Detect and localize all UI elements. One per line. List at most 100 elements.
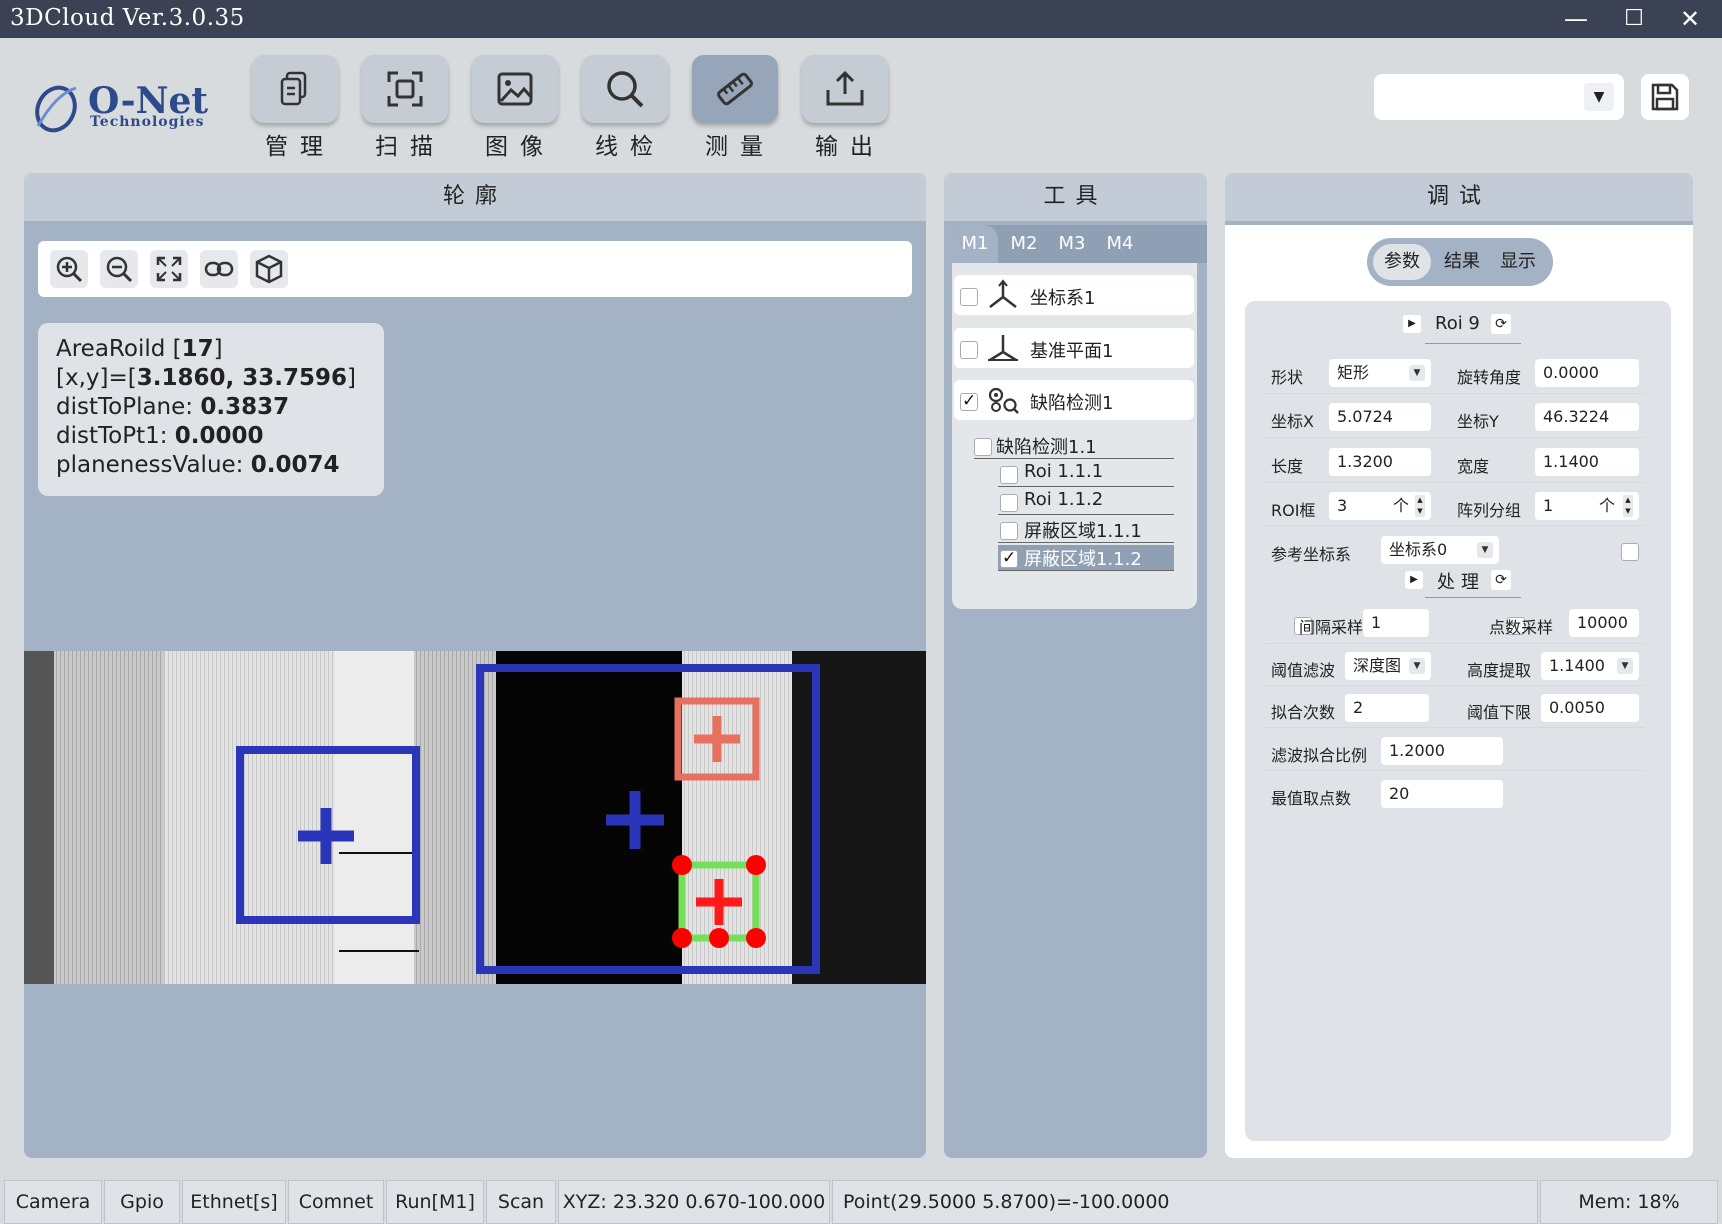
threshold-filter-select[interactable]: 深度图 ▼ bbox=[1345, 652, 1431, 680]
tree-node-mask-1-1-1[interactable]: 屏蔽区域1.1.1 bbox=[998, 517, 1174, 543]
width-input[interactable]: 1.1400 bbox=[1535, 448, 1639, 476]
max-points-input[interactable]: 20 bbox=[1381, 780, 1503, 808]
toolbar-export-button[interactable]: 输出 bbox=[802, 55, 888, 161]
chevron-down-icon: ▼ bbox=[1409, 365, 1425, 381]
tab-params[interactable]: 参数 bbox=[1373, 244, 1431, 280]
debug-panel: 调试 参数 结果 显示 ▶ Roi 9 ⟳ 形状 矩形 ▼ 旋转角度 0.0000… bbox=[1225, 173, 1693, 1158]
coord-y-input[interactable]: 46.3224 bbox=[1535, 403, 1639, 431]
tree-checkbox[interactable] bbox=[1000, 521, 1018, 540]
filter-ratio-label: 滤波拟合比例 bbox=[1271, 746, 1368, 765]
status-scan[interactable]: Scan bbox=[486, 1180, 556, 1224]
tab-m3[interactable]: M3 bbox=[1050, 225, 1094, 263]
refresh-icon[interactable]: ⟳ bbox=[1491, 570, 1511, 590]
refresh-icon[interactable]: ⟳ bbox=[1491, 314, 1511, 334]
link-icon[interactable] bbox=[200, 250, 238, 288]
debug-tabs: 参数 结果 显示 bbox=[1367, 238, 1553, 286]
close-button[interactable]: ✕ bbox=[1662, 0, 1718, 38]
minimize-button[interactable]: — bbox=[1548, 0, 1604, 38]
status-camera[interactable]: Camera bbox=[4, 1180, 102, 1224]
save-icon bbox=[1651, 83, 1679, 111]
interval-sampling-input[interactable]: 1 bbox=[1363, 609, 1429, 637]
status-comnet[interactable]: Comnet bbox=[288, 1180, 384, 1224]
fit-view-icon[interactable] bbox=[150, 250, 188, 288]
length-input[interactable]: 1.3200 bbox=[1329, 448, 1431, 476]
tool-item-checkbox[interactable] bbox=[960, 391, 978, 411]
toolbar-manage-button[interactable]: 管理 bbox=[252, 55, 338, 161]
tab-m4[interactable]: M4 bbox=[1098, 225, 1142, 263]
profile-select[interactable]: ▼ bbox=[1374, 74, 1624, 120]
tree-checkbox[interactable] bbox=[1000, 465, 1018, 484]
tools-list: 坐标系1 基准平面1 缺陷检测1 缺陷检测1.1 Roi 1.1.1 Roi 1… bbox=[952, 263, 1197, 609]
expand-icon[interactable]: ▶ bbox=[1403, 315, 1421, 333]
tool-item-checkbox[interactable] bbox=[960, 340, 978, 359]
tree-label: 缺陷检测1.1 bbox=[996, 437, 1097, 458]
ref-coord-select[interactable]: 坐标系0 ▼ bbox=[1381, 536, 1499, 564]
save-button[interactable] bbox=[1641, 74, 1689, 120]
ref-coord-label: 参考坐标系 bbox=[1271, 545, 1352, 564]
fit-count-input[interactable]: 2 bbox=[1345, 694, 1429, 722]
tools-panel-title: 工具 bbox=[944, 173, 1207, 221]
spin-arrows-icon: ▲ ▼ bbox=[1415, 495, 1425, 517]
shape-select[interactable]: 矩形 ▼ bbox=[1329, 359, 1431, 387]
tree-node-defect-1-1[interactable]: 缺陷检测1.1 bbox=[974, 433, 1174, 459]
status-xyz: XYZ: 23.320 0.670-100.000 bbox=[558, 1180, 830, 1224]
tool-item-coordinate[interactable]: 坐标系1 bbox=[954, 275, 1194, 315]
ref-coord-checkbox[interactable] bbox=[1621, 542, 1639, 561]
title-bar: 3DCloud Ver.3.0.35 — ☐ ✕ bbox=[0, 0, 1722, 38]
tab-display[interactable]: 显示 bbox=[1491, 244, 1545, 280]
measurement-info-box: AreaRoild [17] [x,y]=[3.1860, 33.7596] d… bbox=[38, 323, 384, 496]
zoom-in-icon[interactable] bbox=[50, 250, 88, 288]
tool-item-defect[interactable]: 缺陷检测1 bbox=[954, 380, 1194, 420]
params-card: ▶ Roi 9 ⟳ 形状 矩形 ▼ 旋转角度 0.0000 坐标X 5.0724 … bbox=[1245, 301, 1671, 1141]
roi-count-spinbox[interactable]: 3 个 ▲ ▼ bbox=[1329, 492, 1431, 520]
expand-icon[interactable]: ▶ bbox=[1405, 571, 1423, 589]
toolbar-linecheck-button[interactable]: 线检 bbox=[582, 55, 668, 161]
cube-icon[interactable] bbox=[250, 250, 288, 288]
toolbar-measure-button[interactable]: 测量 bbox=[692, 55, 778, 161]
tab-m2[interactable]: M2 bbox=[1002, 225, 1046, 263]
array-group-label: 阵列分组 bbox=[1457, 501, 1522, 520]
tab-results[interactable]: 结果 bbox=[1435, 244, 1489, 280]
plane-icon bbox=[988, 335, 1018, 362]
toolbar-label: 管理 bbox=[265, 134, 335, 160]
point-sampling-label: 点数采样 bbox=[1489, 618, 1554, 637]
zoom-out-icon[interactable] bbox=[100, 250, 138, 288]
tab-m1[interactable]: M1 bbox=[952, 225, 998, 263]
status-run[interactable]: Run[M1] bbox=[386, 1180, 484, 1224]
logo-subtext: Technologies bbox=[90, 114, 205, 130]
point-sampling-input[interactable]: 10000 bbox=[1569, 609, 1639, 637]
coord-y-label: 坐标Y bbox=[1457, 412, 1499, 431]
toolbar-image-button[interactable]: 图像 bbox=[472, 55, 558, 161]
tree-checkbox[interactable] bbox=[1000, 493, 1018, 512]
tool-item-baseplane[interactable]: 基准平面1 bbox=[954, 328, 1194, 368]
chevron-down-icon: ▼ bbox=[1617, 658, 1633, 674]
document-icon bbox=[280, 71, 307, 106]
status-ethnet[interactable]: Ethnet[s] bbox=[182, 1180, 286, 1224]
tree-checkbox[interactable] bbox=[974, 437, 992, 456]
tree-node-roi-1-1-2[interactable]: Roi 1.1.2 bbox=[998, 489, 1174, 515]
maximize-button[interactable]: ☐ bbox=[1606, 0, 1662, 38]
rotation-input[interactable]: 0.0000 bbox=[1535, 359, 1639, 387]
toolbar-scan-button[interactable]: 扫描 bbox=[362, 55, 448, 161]
depth-image-view[interactable] bbox=[24, 651, 926, 984]
tool-item-checkbox[interactable] bbox=[960, 287, 978, 306]
profile-panel-title: 轮廓 bbox=[24, 173, 926, 221]
image-icon bbox=[497, 72, 533, 106]
threshold-low-input[interactable]: 0.0050 bbox=[1541, 694, 1639, 722]
tree-label: 屏蔽区域1.1.2 bbox=[1024, 549, 1142, 570]
toolbar-label: 测量 bbox=[705, 134, 775, 160]
height-extract-select[interactable]: 1.1400 ▼ bbox=[1541, 652, 1639, 680]
view-toolbar bbox=[38, 241, 912, 297]
array-group-spinbox[interactable]: 1 个 ▲ ▼ bbox=[1535, 492, 1639, 520]
chevron-down-icon: ▼ bbox=[1477, 542, 1493, 558]
tree-node-roi-1-1-1[interactable]: Roi 1.1.1 bbox=[998, 461, 1174, 487]
tree-checkbox[interactable] bbox=[1000, 548, 1018, 568]
chevron-down-icon: ▼ bbox=[1584, 83, 1614, 111]
toolbar-label: 图像 bbox=[485, 134, 555, 160]
logo-swoosh-icon bbox=[35, 85, 77, 133]
coord-x-input[interactable]: 5.0724 bbox=[1329, 403, 1431, 431]
ruler-icon bbox=[717, 72, 753, 106]
tree-node-mask-1-1-2[interactable]: 屏蔽区域1.1.2 bbox=[998, 545, 1174, 571]
status-gpio[interactable]: Gpio bbox=[104, 1180, 180, 1224]
filter-ratio-input[interactable]: 1.2000 bbox=[1381, 737, 1503, 765]
